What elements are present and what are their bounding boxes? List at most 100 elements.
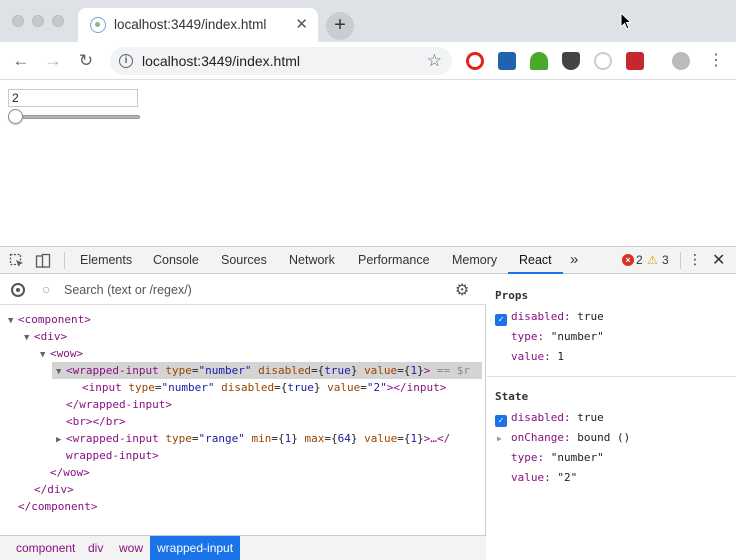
error-count[interactable]: 2 [636, 253, 643, 267]
browser-tab[interactable]: localhost:3449/index.html ✕ [78, 8, 318, 42]
tree-token: ={ [324, 432, 338, 445]
tree-row[interactable]: ▼ <div> [24, 328, 67, 345]
tree-token: true [287, 381, 314, 394]
tree-token: type [165, 364, 192, 377]
tree-token: ={ [397, 364, 411, 377]
site-info-icon[interactable]: i [119, 54, 133, 68]
prop-row[interactable]: ✓ disabled: true [495, 410, 604, 427]
profile-avatar[interactable] [672, 52, 690, 70]
tree-row[interactable]: </component> [8, 498, 97, 515]
k-extension-icon[interactable] [498, 52, 516, 70]
prop-value[interactable]: "number" [544, 330, 604, 343]
window-minimize-button[interactable] [32, 15, 44, 27]
tab-sources[interactable]: Sources [221, 247, 267, 274]
tab-console[interactable]: Console [153, 247, 199, 274]
component-tree-pane: ○ ⚙ ▼<component>▼<div>▼<wow>▼<wrapped-in… [0, 275, 486, 560]
grey-extension-icon[interactable] [594, 52, 612, 70]
breadcrumb-div[interactable]: div [88, 536, 103, 560]
tree-row[interactable]: ▼ <wow> [40, 345, 83, 362]
prop-value[interactable]: 1 [551, 350, 564, 363]
browser-menu-icon[interactable]: ⋮ [708, 50, 724, 72]
tab-react[interactable]: React [508, 247, 563, 274]
tree-search-input[interactable] [64, 281, 444, 299]
tree-row[interactable]: </div> [24, 481, 74, 498]
inspect-element-icon[interactable] [9, 253, 25, 269]
select-component-icon[interactable] [11, 283, 25, 297]
tab-elements[interactable]: Elements [80, 247, 132, 274]
tree-token: <br></br> [66, 415, 126, 428]
warning-count[interactable]: 3 [662, 253, 669, 267]
tree-row[interactable]: <br></br> [56, 413, 126, 430]
red-extension-icon[interactable] [626, 52, 644, 70]
tab-title: localhost:3449/index.html [114, 17, 267, 32]
number-input[interactable] [8, 89, 138, 107]
tree-token: ={ [274, 381, 288, 394]
prop-value[interactable]: "number" [544, 451, 604, 464]
expand-toggle-icon[interactable]: ▶ [497, 431, 507, 447]
tree-token: type [165, 432, 192, 445]
prop-value[interactable]: bound () [571, 431, 630, 444]
pocket-icon[interactable] [562, 52, 580, 70]
device-toolbar-icon[interactable] [35, 253, 51, 269]
prop-row[interactable]: value: 1 [511, 349, 564, 365]
prop-row[interactable]: ✓ disabled: true [495, 309, 604, 326]
tree-row-selected[interactable]: ▼ <wrapped-input type="number" disabled={… [52, 362, 482, 379]
section-divider [487, 376, 736, 377]
tree-row[interactable]: <input type="number" disabled={true} val… [72, 379, 446, 396]
expand-toggle-icon[interactable]: ▼ [24, 330, 34, 347]
devtools-separator [64, 252, 65, 269]
range-thumb[interactable] [8, 109, 23, 124]
prop-row[interactable]: ▶ onChange: bound () [497, 430, 630, 446]
address-url[interactable]: localhost:3449/index.html [142, 53, 300, 69]
checkbox-checked-icon[interactable]: ✓ [495, 415, 507, 427]
breadcrumb-wow[interactable]: wow [119, 536, 143, 560]
props-title: Props [495, 289, 529, 302]
error-icon[interactable]: × [622, 254, 634, 266]
tab-performance[interactable]: Performance [358, 247, 430, 274]
devtools-menu-icon[interactable]: ⋮ [688, 251, 702, 268]
tab-network[interactable]: Network [289, 247, 335, 274]
tree-row[interactable]: </wrapped-input> [56, 396, 172, 413]
address-bar[interactable]: i localhost:3449/index.html ☆ [110, 47, 452, 75]
reload-button[interactable]: ↻ [75, 50, 97, 72]
tree-token: = [360, 381, 367, 394]
range-track[interactable] [12, 115, 140, 119]
back-button[interactable]: ← [10, 50, 32, 72]
settings-gear-icon[interactable]: ⚙ [455, 280, 469, 300]
tree-row[interactable]: wrapped-input> [56, 447, 159, 464]
expand-toggle-icon[interactable]: ▼ [8, 313, 18, 330]
tree-token: <component> [18, 313, 91, 326]
window-close-button[interactable] [12, 15, 24, 27]
prop-key: value: [511, 471, 551, 484]
window-zoom-button[interactable] [52, 15, 64, 27]
expand-toggle-icon[interactable]: ▼ [40, 347, 50, 364]
prop-row[interactable]: type: "number" [511, 450, 604, 466]
warning-icon[interactable]: ⚠ [647, 253, 658, 267]
tree-row[interactable]: ▶ <wrapped-input type="range" min={1} max… [56, 430, 450, 447]
more-tabs-icon[interactable]: » [570, 251, 578, 268]
expand-toggle-icon[interactable]: ▼ [56, 364, 66, 381]
prop-row[interactable]: value: "2" [511, 470, 577, 486]
prop-row[interactable]: type: "number" [511, 329, 604, 345]
tree-row[interactable]: ▼ <component> [8, 311, 91, 328]
forward-button[interactable]: → [42, 50, 64, 72]
checkbox-checked-icon[interactable]: ✓ [495, 314, 507, 326]
bookmark-star-icon[interactable]: ☆ [427, 51, 442, 71]
range-slider[interactable] [8, 109, 140, 125]
opera-icon[interactable] [466, 52, 484, 70]
breadcrumb-component[interactable]: component [16, 536, 75, 560]
prop-value[interactable]: "2" [551, 471, 577, 484]
devtools-close-icon[interactable]: ✕ [712, 250, 725, 270]
prop-value[interactable]: true [571, 411, 604, 424]
tree-token: } [417, 432, 424, 445]
breadcrumb-wrapped-input[interactable]: wrapped-input [150, 536, 241, 560]
tree-token: ={ [271, 432, 285, 445]
tab-memory[interactable]: Memory [452, 247, 497, 274]
tab-close-icon[interactable]: ✕ [295, 15, 308, 33]
green-extension-icon[interactable] [530, 52, 548, 70]
prop-value[interactable]: true [571, 310, 604, 323]
tree-token: disabled [258, 364, 312, 377]
prop-key: onChange: [511, 431, 571, 444]
new-tab-button[interactable]: + [326, 12, 354, 40]
tree-row[interactable]: </wow> [40, 464, 90, 481]
